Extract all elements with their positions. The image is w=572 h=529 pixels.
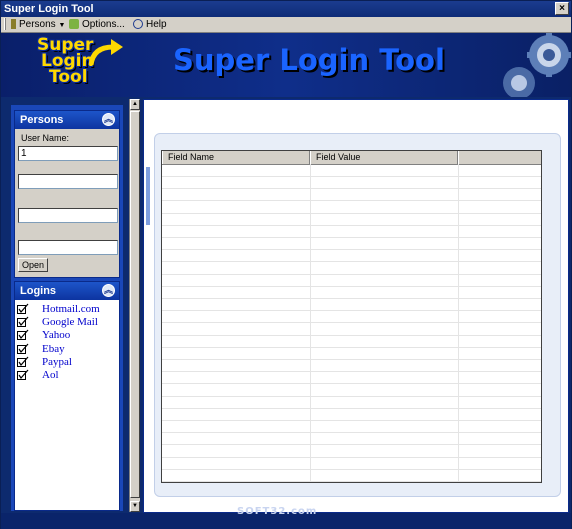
col-extra[interactable] [458, 151, 541, 164]
window-title: Super Login Tool [4, 3, 94, 15]
table-row[interactable] [162, 287, 541, 299]
table-row[interactable] [162, 214, 541, 226]
field-grid[interactable]: Field Name Field Value [161, 150, 542, 483]
table-row[interactable] [162, 226, 541, 238]
splitter-handle[interactable] [145, 166, 151, 226]
persons-header[interactable]: Persons ︽ [15, 111, 119, 129]
persons-section: Persons ︽ User Name: 1 Open [14, 110, 120, 278]
table-row[interactable] [162, 433, 541, 446]
chevron-down-icon: ▼ [58, 22, 66, 29]
menu-options-label: Options... [82, 19, 125, 30]
logins-list: Hotmail.com Google Mail Yahoo Ebay Paypa… [15, 300, 119, 510]
table-row[interactable] [162, 360, 541, 373]
table-row[interactable] [162, 385, 541, 397]
help-icon [133, 19, 143, 30]
scroll-up-icon[interactable]: ▲ [130, 99, 140, 110]
check-icon [17, 303, 29, 314]
check-icon [17, 316, 29, 327]
collapse-icon[interactable]: ︽ [102, 284, 115, 297]
col-field-name[interactable]: Field Name [162, 151, 310, 164]
options-icon [69, 19, 79, 30]
logo-arrow-icon [88, 39, 123, 66]
col-field-value[interactable]: Field Value [310, 151, 458, 164]
left-scrollbar[interactable]: ▲ ▼ [129, 99, 140, 512]
login-label: Hotmail.com [42, 303, 100, 315]
scroll-down-icon[interactable]: ▼ [130, 501, 140, 512]
grid-col-divider [458, 164, 459, 482]
login-label: Ebay [42, 343, 65, 355]
grid-header: Field Name Field Value [162, 151, 541, 165]
app-window: Super Login Tool × Persons ▼ Options... … [0, 0, 572, 529]
menu-help-label: Help [146, 19, 167, 30]
table-row[interactable] [162, 177, 541, 190]
login-label: Yahoo [42, 329, 71, 341]
persons-body: User Name: 1 Open [15, 129, 119, 277]
user-name-label: User Name: [21, 133, 70, 143]
menu-bar: Persons ▼ Options... Help [1, 17, 571, 33]
check-icon [17, 343, 29, 354]
logins-header[interactable]: Logins ︽ [15, 282, 119, 300]
field-3[interactable] [18, 208, 118, 223]
field-4[interactable] [18, 240, 118, 255]
main-area: Field Name Field Value [143, 99, 569, 513]
open-button[interactable]: Open [18, 258, 48, 272]
gears-icon [503, 33, 571, 97]
menu-persons-label: Persons [19, 19, 56, 30]
header-title: Super Login Tool [173, 43, 445, 77]
persons-icon [11, 19, 16, 30]
scroll-thumb[interactable] [130, 111, 140, 498]
check-icon [17, 356, 29, 367]
table-row[interactable] [162, 275, 541, 287]
table-row[interactable] [162, 311, 541, 324]
table-row[interactable] [162, 372, 541, 385]
table-row[interactable] [162, 238, 541, 251]
table-row[interactable] [162, 250, 541, 263]
menu-grip-icon [3, 17, 9, 33]
logins-section: Logins ︽ Hotmail.com Google Mail Yahoo E… [14, 281, 120, 511]
table-row[interactable] [162, 299, 541, 312]
table-row[interactable] [162, 324, 541, 336]
table-row[interactable] [162, 409, 541, 421]
grid-col-divider [310, 164, 311, 482]
table-row[interactable] [162, 348, 541, 360]
table-row[interactable] [162, 336, 541, 348]
menu-options[interactable]: Options... [69, 17, 125, 33]
menu-help[interactable]: Help [133, 17, 167, 33]
user-name-field[interactable]: 1 [18, 146, 118, 161]
app-header: Super Login Tool Super Login Tool [1, 33, 571, 97]
login-label: Google Mail [42, 316, 98, 328]
login-label: Paypal [42, 356, 72, 368]
table-row[interactable] [162, 189, 541, 202]
title-bar[interactable]: Super Login Tool × [1, 1, 571, 17]
field-2[interactable] [18, 174, 118, 189]
table-row[interactable] [162, 421, 541, 434]
persons-title: Persons [20, 114, 64, 126]
close-button[interactable]: × [555, 2, 569, 15]
check-icon [17, 329, 29, 340]
menu-persons[interactable]: Persons ▼ [11, 17, 65, 33]
collapse-icon[interactable]: ︽ [102, 113, 115, 126]
login-label: Aol [42, 369, 59, 381]
table-row[interactable] [162, 165, 541, 177]
table-row[interactable] [162, 202, 541, 214]
logins-title: Logins [20, 285, 57, 297]
check-icon [17, 369, 29, 380]
table-row[interactable] [162, 263, 541, 275]
table-row[interactable] [162, 397, 541, 409]
table-row[interactable] [162, 470, 541, 482]
left-panel: Persons ︽ User Name: 1 Open Logins ︽ Hot… [11, 105, 123, 511]
watermark: SOFT32.com [237, 506, 318, 517]
table-row[interactable] [162, 446, 541, 458]
table-row[interactable] [162, 458, 541, 470]
logo-line-3: Tool [49, 67, 88, 87]
